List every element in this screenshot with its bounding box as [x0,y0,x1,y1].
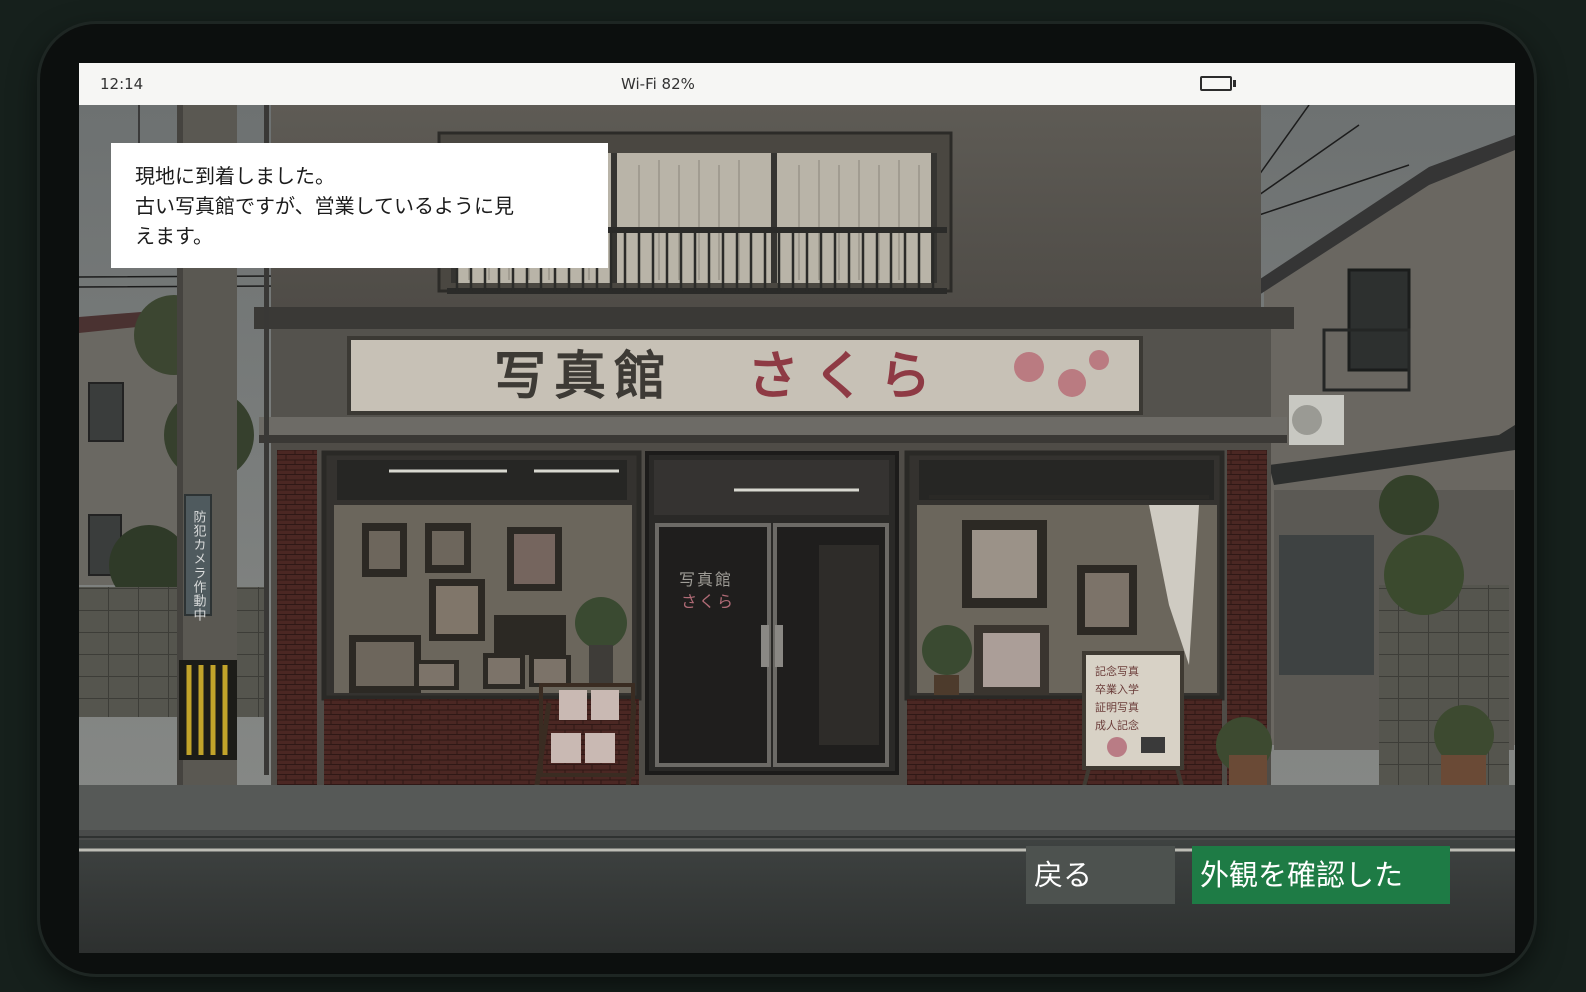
battery-icon [1200,76,1236,91]
shop-sign-kana: さくら [747,347,945,407]
svg-text:卒業入学: 卒業入学 [1095,682,1139,696]
dialogue-box: 現地に到着しました。 古い写真館ですが、営業しているように見 えます。 [111,143,608,268]
confirm-exterior-button[interactable]: 外観を確認した [1192,846,1450,904]
game-screen: 12:14 Wi-Fi 82% 写真館 さくら 写真館 さくら 記念写真 卒業入… [79,63,1515,953]
svg-text:記念写真: 記念写真 [1095,664,1139,678]
back-button[interactable]: 戻る [1026,846,1175,904]
door-text-name: 写真館 [679,570,733,589]
dialogue-line: 現地に到着しました。 [135,164,335,188]
svg-text:証明写真: 証明写真 [1095,700,1139,714]
shop-sign-name: 写真館 [494,347,674,407]
door-text-kana: さくら [681,592,735,611]
pole-sign-text: 防犯カメラ作動中 [191,509,207,622]
status-time: 12:14 [100,75,144,93]
status-bar: 12:14 Wi-Fi 82% [79,63,1515,105]
dialogue-line: えます。 [135,224,213,248]
dialogue-line: 古い写真館ですが、営業しているように見 [135,194,514,218]
status-network: Wi-Fi 82% [621,75,695,93]
svg-text:成人記念: 成人記念 [1095,718,1139,732]
